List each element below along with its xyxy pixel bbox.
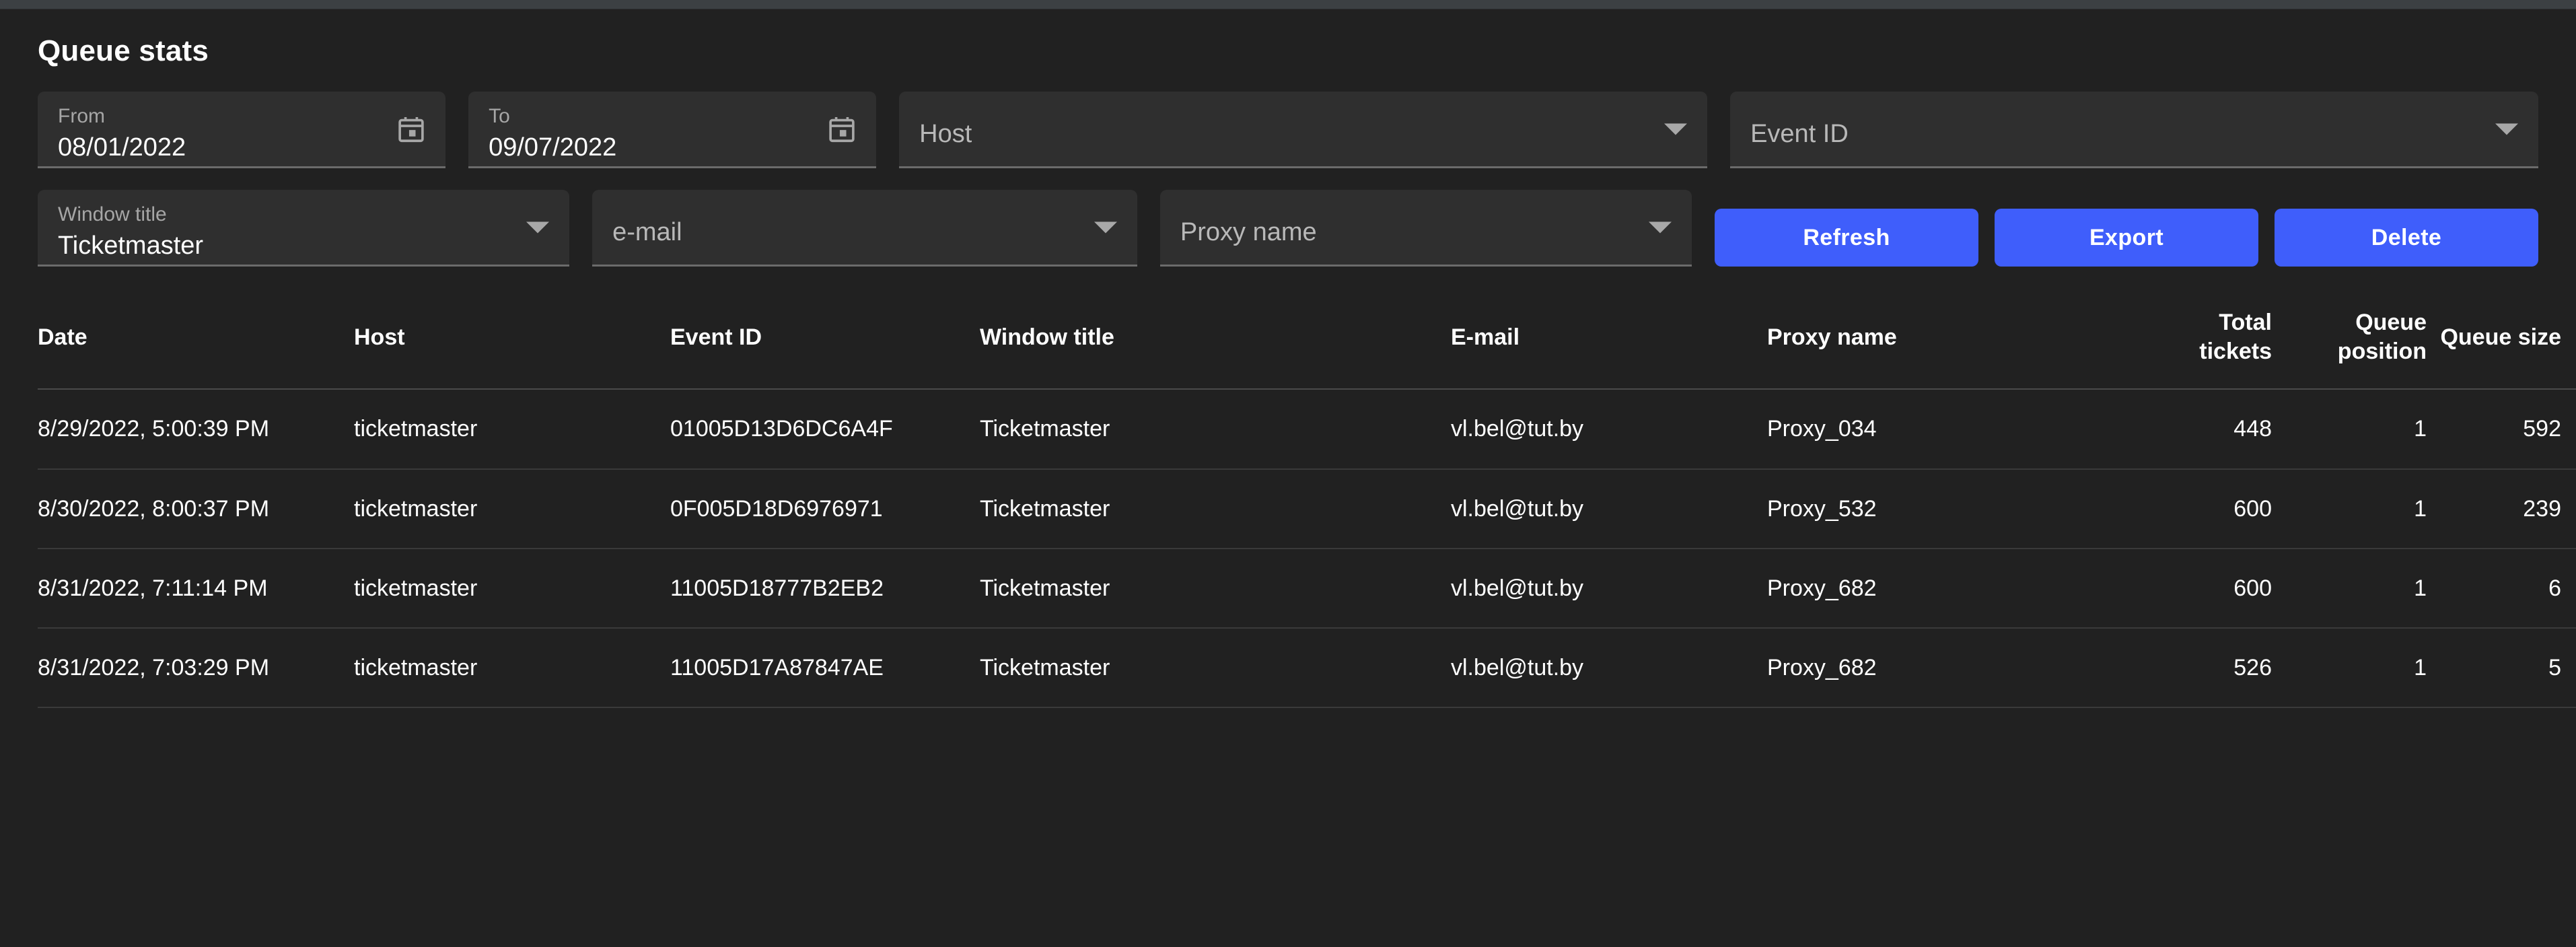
to-date-value: 09/07/2022 (489, 133, 617, 162)
cell-date: 8/30/2022, 8:00:37 PM (38, 468, 354, 549)
cell-host: ticketmaster (354, 548, 670, 629)
table-body: 8/29/2022, 5:00:39 PM ticketmaster 01005… (38, 389, 2576, 709)
email-select-placeholder: e-mail (612, 218, 682, 247)
host-select-placeholder: Host (919, 120, 972, 149)
cell-total-tickets: 600 (2144, 468, 2272, 549)
cell-event-id: 0F005D18D6976971 (670, 468, 980, 549)
cell-queue-position: 1 (2272, 627, 2427, 709)
cell-proxy-name: Proxy_034 (1767, 389, 2144, 470)
page-body: Queue stats From 08/01/2022 To 09/07/202… (0, 9, 2576, 709)
column-header-event-id[interactable]: Event ID (670, 295, 980, 390)
column-header-queue-size[interactable]: Queue size (2427, 295, 2561, 390)
filters-panel: From 08/01/2022 To 09/07/2022 Host Event… (38, 92, 2539, 267)
to-date-field[interactable]: To 09/07/2022 (468, 92, 877, 169)
table-header-row: Date Host Event ID Window title E-mail P… (38, 295, 2576, 390)
table-row[interactable]: 8/30/2022, 8:00:37 PM ticketmaster 0F005… (38, 468, 2576, 549)
filter-row-1: From 08/01/2022 To 09/07/2022 Host Event… (38, 92, 2538, 169)
cell-queue-position: 1 (2272, 548, 2427, 629)
cell-host: ticketmaster (354, 627, 670, 709)
table-row[interactable]: 8/31/2022, 7:11:14 PM ticketmaster 11005… (38, 548, 2576, 629)
page-title: Queue stats (38, 34, 209, 67)
cell-window-title: Ticketmaster (980, 548, 1451, 629)
event-id-select[interactable]: Event ID (1730, 92, 2538, 169)
cell-email: vl.bel@tut.by (1451, 468, 1767, 549)
host-select[interactable]: Host (899, 92, 1708, 169)
column-header-email[interactable]: E-mail (1451, 295, 1767, 390)
to-date-label: To (489, 105, 510, 128)
cell-window-title: Ticketmaster (980, 468, 1451, 549)
cell-spacer (2561, 627, 2576, 709)
cell-host: ticketmaster (354, 389, 670, 470)
cell-spacer (2561, 468, 2576, 549)
cell-event-id: 11005D18777B2EB2 (670, 548, 980, 629)
chevron-down-icon[interactable] (2495, 123, 2518, 135)
cell-queue-size: 239 (2427, 468, 2561, 549)
refresh-button[interactable]: Refresh (1715, 209, 1979, 267)
window-title-label: Window title (58, 203, 167, 226)
table-row[interactable]: 8/29/2022, 5:00:39 PM ticketmaster 01005… (38, 389, 2576, 470)
cell-date: 8/29/2022, 5:00:39 PM (38, 389, 354, 470)
cell-date: 8/31/2022, 7:11:14 PM (38, 548, 354, 629)
browser-chrome-strip (0, 0, 2576, 9)
cell-total-tickets: 448 (2144, 389, 2272, 470)
column-header-window-title[interactable]: Window title (980, 295, 1451, 390)
queue-stats-table: Date Host Event ID Window title E-mail P… (38, 295, 2576, 709)
cell-queue-size: 5 (2427, 627, 2561, 709)
from-date-value: 08/01/2022 (58, 133, 186, 162)
cell-proxy-name: Proxy_682 (1767, 627, 2144, 709)
delete-button[interactable]: Delete (2275, 209, 2539, 267)
column-header-total-tickets[interactable]: Total tickets (2144, 295, 2272, 390)
cell-proxy-name: Proxy_682 (1767, 548, 2144, 629)
cell-event-id: 01005D13D6DC6A4F (670, 389, 980, 470)
cell-spacer (2561, 389, 2576, 470)
filter-row-2: Window title Ticketmaster e-mail Proxy n… (38, 190, 2539, 267)
cell-email: vl.bel@tut.by (1451, 548, 1767, 629)
event-id-select-placeholder: Event ID (1750, 120, 1849, 149)
email-select[interactable]: e-mail (592, 190, 1137, 267)
export-button[interactable]: Export (1995, 209, 2259, 267)
cell-total-tickets: 600 (2144, 548, 2272, 629)
action-buttons: Refresh Export Delete (1715, 209, 2539, 267)
queue-stats-page: Queue stats From 08/01/2022 To 09/07/202… (0, 0, 2576, 947)
window-title-value: Ticketmaster (58, 231, 204, 260)
chevron-down-icon[interactable] (526, 221, 550, 234)
cell-spacer (2561, 548, 2576, 629)
cell-total-tickets: 526 (2144, 627, 2272, 709)
cell-event-id: 11005D17A87847AE (670, 627, 980, 709)
cell-queue-size: 6 (2427, 548, 2561, 629)
chevron-down-icon[interactable] (1649, 221, 1672, 234)
column-header-proxy-name[interactable]: Proxy name (1767, 295, 2144, 390)
cell-queue-position: 1 (2272, 468, 2427, 549)
chevron-down-icon[interactable] (1094, 221, 1117, 234)
window-title-select[interactable]: Window title Ticketmaster (38, 190, 570, 267)
column-sort-indicator[interactable] (2561, 295, 2576, 390)
column-header-queue-position[interactable]: Queue position (2272, 295, 2427, 390)
calendar-icon[interactable] (826, 114, 857, 145)
queue-stats-table-wrapper: Date Host Event ID Window title E-mail P… (38, 295, 2576, 709)
cell-email: vl.bel@tut.by (1451, 389, 1767, 470)
calendar-icon[interactable] (396, 114, 427, 145)
cell-proxy-name: Proxy_532 (1767, 468, 2144, 549)
cell-date: 8/31/2022, 7:03:29 PM (38, 627, 354, 709)
proxy-name-select[interactable]: Proxy name (1159, 190, 1692, 267)
column-header-date[interactable]: Date (38, 295, 354, 390)
chevron-down-icon[interactable] (1664, 123, 1688, 135)
cell-queue-position: 1 (2272, 389, 2427, 470)
table-row[interactable]: 8/31/2022, 7:03:29 PM ticketmaster 11005… (38, 627, 2576, 709)
from-date-field[interactable]: From 08/01/2022 (38, 92, 446, 169)
column-header-host[interactable]: Host (354, 295, 670, 390)
cell-email: vl.bel@tut.by (1451, 627, 1767, 709)
cell-window-title: Ticketmaster (980, 389, 1451, 470)
from-date-label: From (58, 105, 105, 128)
cell-host: ticketmaster (354, 468, 670, 549)
cell-window-title: Ticketmaster (980, 627, 1451, 709)
cell-queue-size: 592 (2427, 389, 2561, 470)
proxy-name-select-placeholder: Proxy name (1180, 218, 1317, 247)
